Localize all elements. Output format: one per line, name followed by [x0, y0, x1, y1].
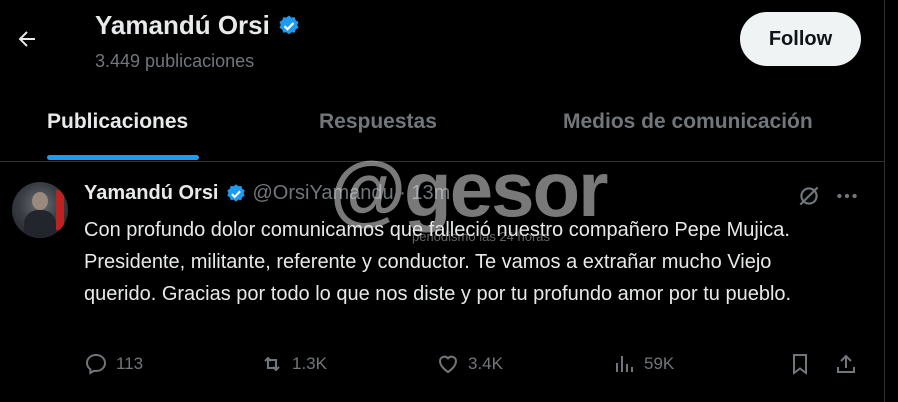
like-count: 3.4K: [468, 354, 503, 373]
repost-button[interactable]: 1.3K: [260, 352, 327, 376]
reply-icon: [85, 353, 107, 375]
avatar[interactable]: [12, 182, 68, 238]
profile-name: Yamandú Orsi: [95, 10, 270, 40]
like-icon: [438, 355, 458, 374]
share-button[interactable]: [834, 352, 866, 376]
watermark: @gesor: [330, 145, 608, 233]
back-arrow-icon: [18, 31, 35, 47]
avatar-body: [24, 210, 56, 238]
tweet-actions: 113 1.3K 3.4K 59K: [84, 352, 864, 382]
repost-count: 1.3K: [292, 354, 327, 373]
tab-publicaciones[interactable]: Publicaciones: [47, 110, 188, 134]
watermark-subtext: periodismo las 24 horas: [412, 229, 551, 244]
repost-icon: [264, 356, 280, 372]
profile-name-row: Yamandú Orsi: [95, 10, 301, 41]
verified-badge-icon: [226, 183, 245, 202]
follow-button[interactable]: Follow: [740, 12, 861, 66]
grok-icon[interactable]: [796, 183, 822, 209]
share-icon: [837, 354, 855, 373]
active-tab-indicator: [47, 155, 199, 160]
verified-badge-icon: [279, 15, 299, 34]
back-button[interactable]: [10, 22, 44, 56]
more-icon[interactable]: [834, 183, 860, 209]
views-count: 59K: [644, 354, 675, 373]
bookmark-button[interactable]: [788, 352, 820, 376]
views-button[interactable]: 59K: [612, 352, 674, 376]
reply-button[interactable]: 113: [84, 352, 143, 376]
views-icon: [616, 356, 633, 372]
tab-respuestas[interactable]: Respuestas: [319, 110, 437, 134]
reply-count: 113: [116, 354, 144, 373]
avatar-flag: [56, 190, 64, 230]
avatar-head: [32, 192, 48, 210]
column-border: [884, 0, 885, 402]
post-count: 3.449 publicaciones: [95, 51, 255, 71]
tab-medios[interactable]: Medios de comunicación: [563, 110, 813, 134]
like-button[interactable]: 3.4K: [436, 352, 503, 376]
bookmark-icon: [793, 354, 807, 375]
profile-header: Yamandú Orsi 3.449 publicaciones Follow: [0, 0, 884, 82]
tweet-author-name[interactable]: Yamandú Orsi: [84, 182, 219, 205]
